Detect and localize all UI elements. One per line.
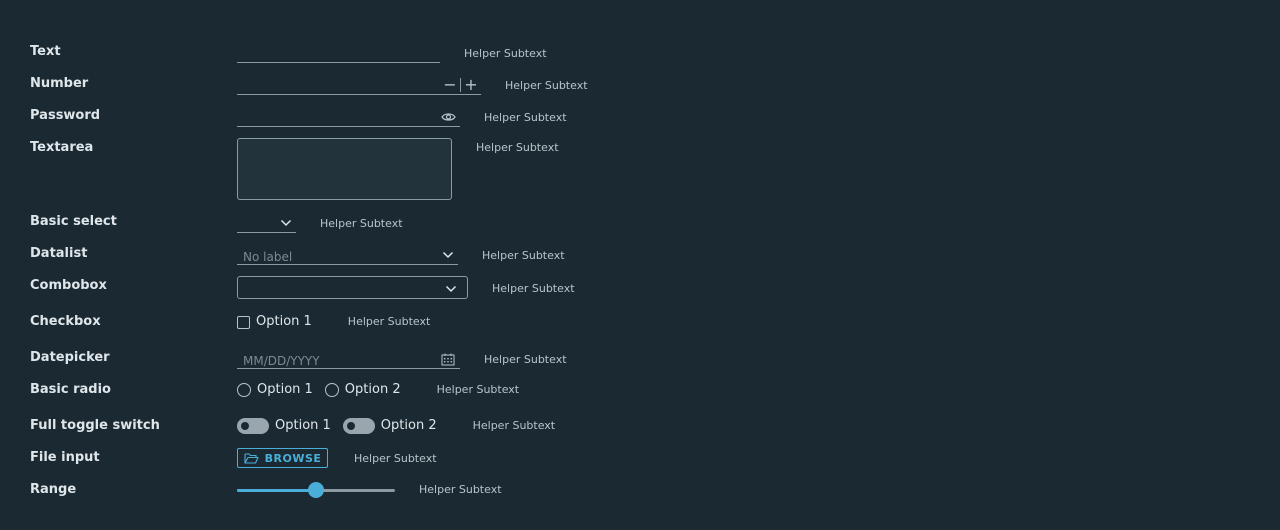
checkbox-label: Checkbox bbox=[30, 314, 101, 329]
chevron-down-icon[interactable] bbox=[443, 282, 459, 296]
range-helper: Helper Subtext bbox=[419, 483, 502, 496]
row-password: Password Helper Subtext bbox=[30, 108, 567, 128]
row-toggle-switch: Full toggle switch Option 1 Option 2 Hel… bbox=[30, 418, 555, 434]
toggle-switch[interactable] bbox=[342, 418, 375, 434]
row-basic-radio: Basic radio Option 1 Option 2 Helper Sub… bbox=[30, 382, 519, 398]
range-slider[interactable] bbox=[237, 481, 395, 498]
number-helper: Helper Subtext bbox=[505, 78, 588, 92]
checkbox-helper: Helper Subtext bbox=[347, 315, 431, 328]
datalist-input[interactable] bbox=[237, 248, 427, 266]
textarea-label: Textarea bbox=[30, 140, 94, 155]
toggle-switch-helper: Helper Subtext bbox=[472, 419, 556, 432]
combobox-helper: Helper Subtext bbox=[492, 281, 575, 295]
toggle-option-2[interactable]: Option 2 bbox=[342, 418, 437, 434]
number-stepper: − + bbox=[440, 76, 481, 93]
range-fill bbox=[237, 488, 316, 492]
number-label: Number bbox=[30, 76, 89, 91]
row-file-input: File input BROWSE Helper Subtext bbox=[30, 448, 437, 468]
datepicker-input-wrap bbox=[237, 350, 460, 370]
row-combobox: Combobox Helper Subtext bbox=[30, 276, 575, 299]
eye-icon[interactable] bbox=[440, 110, 456, 124]
row-datepicker: Datepicker Helper Subtext bbox=[30, 350, 567, 370]
combobox-label: Combobox bbox=[30, 278, 107, 293]
combobox-input[interactable] bbox=[237, 276, 468, 299]
decrement-button[interactable]: − bbox=[440, 76, 460, 93]
basic-radio-helper: Helper Subtext bbox=[436, 383, 520, 396]
folder-open-icon bbox=[244, 452, 259, 464]
text-input-wrap bbox=[237, 44, 440, 64]
row-textarea: Textarea Helper Subtext bbox=[30, 138, 559, 200]
radio-option-1[interactable]: Option 1 bbox=[237, 382, 313, 398]
checkbox-option-label: Option 1 bbox=[256, 314, 312, 329]
text-helper: Helper Subtext bbox=[464, 46, 547, 60]
radio-button[interactable] bbox=[237, 383, 251, 397]
basic-radio-label: Basic radio bbox=[30, 382, 111, 397]
calendar-icon[interactable] bbox=[440, 352, 456, 366]
range-label: Range bbox=[30, 482, 77, 497]
row-text: Text Helper Subtext bbox=[30, 44, 547, 64]
basic-select-helper: Helper Subtext bbox=[320, 216, 403, 230]
row-basic-select: Basic select Helper Subtext bbox=[30, 214, 403, 233]
checkbox-box[interactable] bbox=[237, 315, 250, 329]
datepicker-label: Datepicker bbox=[30, 350, 110, 365]
chevron-down-icon[interactable] bbox=[440, 248, 456, 262]
range-thumb[interactable] bbox=[308, 481, 324, 498]
text-label: Text bbox=[30, 44, 61, 59]
file-input-label: File input bbox=[30, 450, 100, 465]
toggle-switch-label: Full toggle switch bbox=[30, 418, 160, 433]
browse-button[interactable]: BROWSE bbox=[237, 448, 328, 468]
radio-option-label: Option 2 bbox=[344, 382, 401, 397]
datepicker-input[interactable] bbox=[237, 352, 433, 370]
toggle-switch[interactable] bbox=[237, 418, 269, 434]
checkbox-option-1[interactable]: Option 1 bbox=[237, 314, 312, 330]
radio-button[interactable] bbox=[324, 383, 339, 397]
password-label: Password bbox=[30, 108, 101, 123]
number-input[interactable] bbox=[237, 78, 437, 96]
chevron-down-icon bbox=[278, 216, 294, 230]
toggle-option-1[interactable]: Option 1 bbox=[237, 418, 331, 434]
radio-option-2[interactable]: Option 2 bbox=[324, 382, 401, 398]
datalist-input-wrap bbox=[237, 246, 458, 266]
textarea-input[interactable] bbox=[237, 138, 452, 200]
basic-select-label: Basic select bbox=[30, 214, 117, 229]
number-input-wrap: − + bbox=[237, 76, 481, 96]
password-input[interactable] bbox=[237, 110, 433, 128]
radio-option-label: Option 1 bbox=[257, 382, 313, 397]
row-datalist: Datalist Helper Subtext bbox=[30, 246, 565, 266]
form-container: Text Helper Subtext Number − + Helper Su… bbox=[0, 0, 1280, 530]
toggle-option-label: Option 2 bbox=[380, 418, 437, 433]
datepicker-helper: Helper Subtext bbox=[484, 352, 567, 366]
file-input-helper: Helper Subtext bbox=[354, 452, 437, 465]
text-input[interactable] bbox=[237, 46, 440, 64]
toggle-option-label: Option 1 bbox=[275, 418, 331, 433]
datalist-label: Datalist bbox=[30, 246, 88, 261]
textarea-helper: Helper Subtext bbox=[476, 141, 559, 154]
row-range: Range Helper Subtext bbox=[30, 481, 502, 498]
basic-select[interactable] bbox=[237, 214, 296, 233]
increment-button[interactable]: + bbox=[461, 76, 481, 93]
row-checkbox: Checkbox Option 1 Helper Subtext bbox=[30, 314, 430, 330]
browse-button-label: BROWSE bbox=[264, 451, 322, 465]
password-input-wrap bbox=[237, 108, 460, 128]
password-helper: Helper Subtext bbox=[484, 110, 567, 124]
datalist-helper: Helper Subtext bbox=[482, 248, 565, 262]
row-number: Number − + Helper Subtext bbox=[30, 76, 588, 96]
